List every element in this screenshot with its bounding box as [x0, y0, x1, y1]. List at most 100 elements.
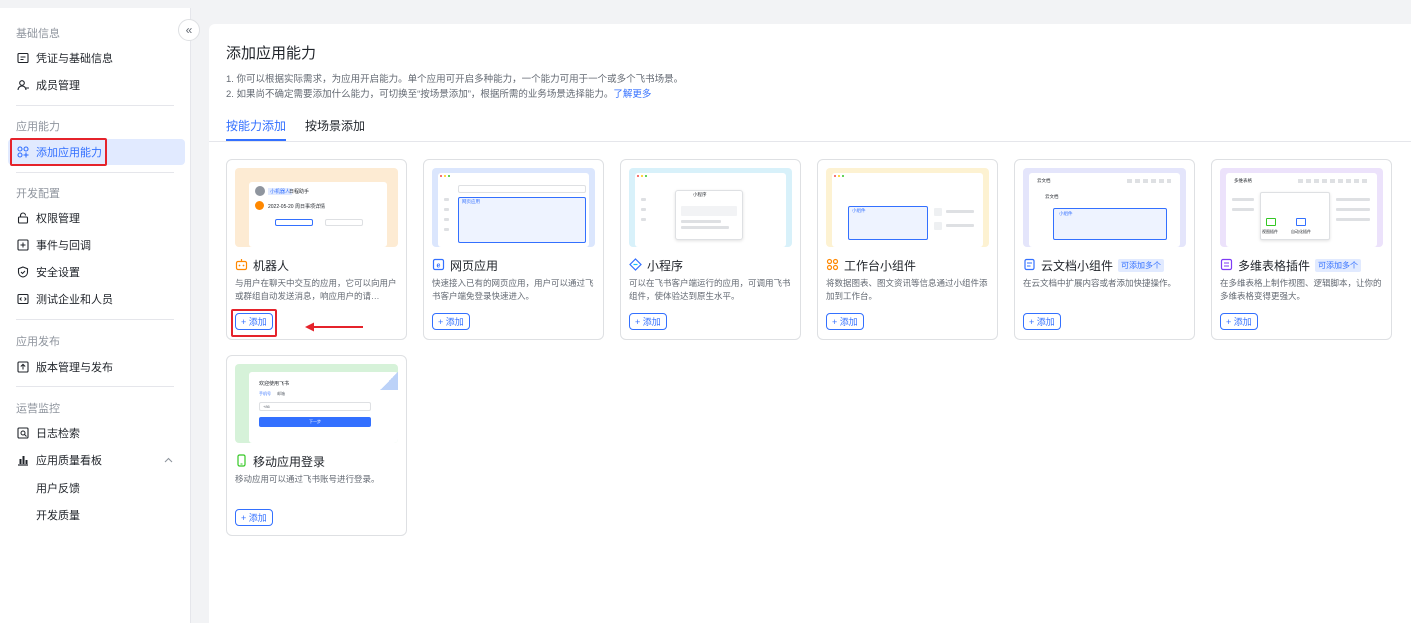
tab-by-scene[interactable]: 按场景添加	[305, 117, 365, 143]
divider	[16, 319, 174, 320]
sidebar-item-label: 凭证与基础信息	[36, 53, 113, 65]
miniapp-icon	[629, 257, 642, 274]
lock-icon	[16, 211, 30, 225]
card-title-text: 网页应用	[450, 259, 499, 273]
sidebar-item-versions[interactable]: 版本管理与发布	[8, 354, 185, 380]
apps-icon	[16, 145, 30, 159]
card-description: 与用户在聊天中交互的应用，它可以向用户或群组自动发送消息，响应用户的请…	[235, 278, 397, 301]
sidebar-item-label: 添加应用能力	[36, 147, 102, 159]
divider	[16, 386, 174, 387]
preview-line	[1336, 198, 1370, 201]
sidebar-item-test-org[interactable]: 测试企业和人员	[8, 286, 185, 312]
bot-name: 日程助手	[289, 189, 310, 195]
sidebar-item-credentials[interactable]: 凭证与基础信息	[8, 45, 185, 71]
add-doc-widget-button[interactable]: + 添加	[1023, 313, 1061, 330]
nav-group-ops: 运营监控	[16, 403, 60, 415]
preview-table-title: 多维表格	[1234, 178, 1252, 183]
card-title: 机器人	[235, 257, 289, 274]
add-mobile-login-button[interactable]: + 添加	[235, 509, 273, 526]
preview-tab: 邮箱	[277, 391, 285, 396]
preview-line	[946, 224, 974, 227]
tabs-divider	[209, 141, 1411, 142]
doc-preview: 云文档 云文档 小组件	[1023, 168, 1186, 247]
sidebar-item-label: 权限管理	[36, 213, 80, 225]
preview-line	[681, 226, 729, 229]
window-dots	[440, 175, 442, 177]
collapse-sidebar-button[interactable]: «	[178, 19, 200, 41]
preview-next: 下一步	[259, 417, 371, 427]
sidebar-item-logs[interactable]: 日志检索	[8, 420, 185, 446]
preview-line	[681, 220, 721, 223]
preview-line	[946, 210, 974, 213]
card-title-text: 小程序	[647, 259, 684, 273]
preview-side	[641, 198, 646, 201]
preview-input	[259, 402, 371, 411]
ability-card-robot[interactable]: 小机器人 日程助手 2022-05-20 周日事项详情 机器人 与用户在聊天中交…	[226, 159, 407, 340]
card-title: 云文档小组件 可添加多个	[1023, 257, 1165, 274]
page-title: 添加应用能力	[226, 45, 317, 62]
sidebar-item-quality[interactable]: 应用质量看板	[8, 447, 185, 473]
card-title-text: 移动应用登录	[253, 455, 326, 469]
preview-title: 欢迎使用飞书	[259, 381, 290, 387]
card-title-text: 机器人	[253, 259, 290, 273]
tab-by-ability[interactable]: 按能力添加	[226, 117, 287, 143]
sidebar-item-events[interactable]: 事件与回调	[8, 232, 185, 258]
sidebar-item-permissions[interactable]: 权限管理	[8, 205, 185, 231]
preview-doc-title: 云文档	[1037, 178, 1051, 183]
card-description: 在云文档中扩展内容或者添加快捷操作。	[1023, 278, 1177, 288]
preview-tab: 手机号	[259, 391, 271, 396]
sidebar-item-feedback[interactable]: 用户反馈	[36, 480, 80, 496]
card-description: 快速接入已有的网页应用，用户可以通过飞书客户端免登录快速进入。	[432, 278, 594, 301]
shield-icon	[16, 265, 30, 279]
add-table-plugin-button[interactable]: + 添加	[1220, 313, 1258, 330]
preview-line	[1336, 218, 1370, 221]
preview-side	[641, 208, 646, 211]
card-title-text: 多维表格插件	[1238, 259, 1311, 273]
code-icon	[16, 292, 30, 306]
divider	[16, 172, 174, 173]
sidebar-item-label: 版本管理与发布	[36, 362, 113, 374]
event-icon	[16, 238, 30, 252]
description-text: 2. 如果尚不确定需要添加什么能力，可切换至“按场景添加”，根据所需的业务场景选…	[226, 89, 614, 100]
preview-button	[275, 219, 313, 226]
add-workplace-widget-button[interactable]: + 添加	[826, 313, 864, 330]
main-panel: 添加应用能力 1. 你可以根据实际需求，为应用开启能力。单个应用可开启多种能力，…	[209, 24, 1411, 623]
multi-badge: 可添加多个	[1315, 259, 1362, 272]
learn-more-link[interactable]: 了解更多	[613, 89, 651, 100]
add-web-app-button[interactable]: + 添加	[432, 313, 470, 330]
preview-side	[641, 218, 646, 221]
robot-preview: 小机器人 日程助手 2022-05-20 周日事项详情	[235, 168, 398, 247]
preview-doc-sub: 云文档	[1045, 194, 1059, 199]
sidebar-item-label: 事件与回调	[36, 240, 91, 252]
ability-card-workplace-widget[interactable]: 小组件 工作台小组件 将数据图表、图文资讯等信息通过小组件添加到工作台。 + 添…	[817, 159, 998, 340]
preview-side	[444, 198, 449, 201]
window-dots	[637, 175, 639, 177]
bot-date: 2022-05-20 周日事项详情	[268, 204, 325, 210]
sidebar-item-dev-quality[interactable]: 开发质量	[36, 507, 80, 523]
preview-dialog-title: 小程序	[693, 192, 707, 197]
sidebar-item-label: 日志检索	[36, 428, 80, 440]
sidebar-item-add-ability[interactable]: 添加应用能力	[8, 138, 185, 166]
sidebar-item-security[interactable]: 安全设置	[8, 259, 185, 285]
nav-group-ability: 应用能力	[16, 121, 60, 133]
web-preview: 网页应用	[432, 168, 595, 247]
miniapp-preview: 小程序	[629, 168, 792, 247]
sidebar-item-label: 安全设置	[36, 267, 80, 279]
card-title: 移动应用登录	[235, 453, 325, 470]
sidebar-item-members[interactable]: 成员管理	[8, 72, 185, 98]
add-robot-button[interactable]: + 添加	[235, 313, 273, 330]
ability-card-web-app[interactable]: 网页应用 e 网页应用 快速接入已有的网页应用，用户可以通过飞书客户端免登录快速…	[423, 159, 604, 340]
table-icon	[1220, 258, 1233, 274]
card-description: 在多维表格上制作视图、逻辑脚本，让你的多维表格变得更强大。	[1220, 278, 1382, 301]
ability-card-doc-widget[interactable]: 云文档 云文档 小组件 云文档小组件 可添加多个 在云文档中扩展内容或者添加快捷…	[1014, 159, 1195, 340]
add-mini-program-button[interactable]: + 添加	[629, 313, 667, 330]
preview-toolbar	[1127, 179, 1171, 183]
ability-card-table-plugin[interactable]: 多维表格 视图插件 自动化插件 多维表格插件 可添加多个 在多维表格上制作视图、…	[1211, 159, 1392, 340]
ability-card-mini-program[interactable]: 小程序 小程序 可以在飞书客户端运行的应用，可调用飞书组件，使体验达到原生水平。…	[620, 159, 801, 340]
avatar	[255, 186, 265, 196]
card-description: 可以在飞书客户端运行的应用，可调用飞书组件，使体验达到原生水平。	[629, 278, 791, 301]
svg-text:e: e	[437, 262, 441, 269]
ability-card-mobile-login[interactable]: 欢迎使用飞书 手机号 邮箱 +86 下一步 移动应用登录 移动应用可以通过飞书账…	[226, 355, 407, 536]
widget-preview: 小组件	[826, 168, 989, 247]
preview-label: 小组件	[852, 208, 866, 213]
